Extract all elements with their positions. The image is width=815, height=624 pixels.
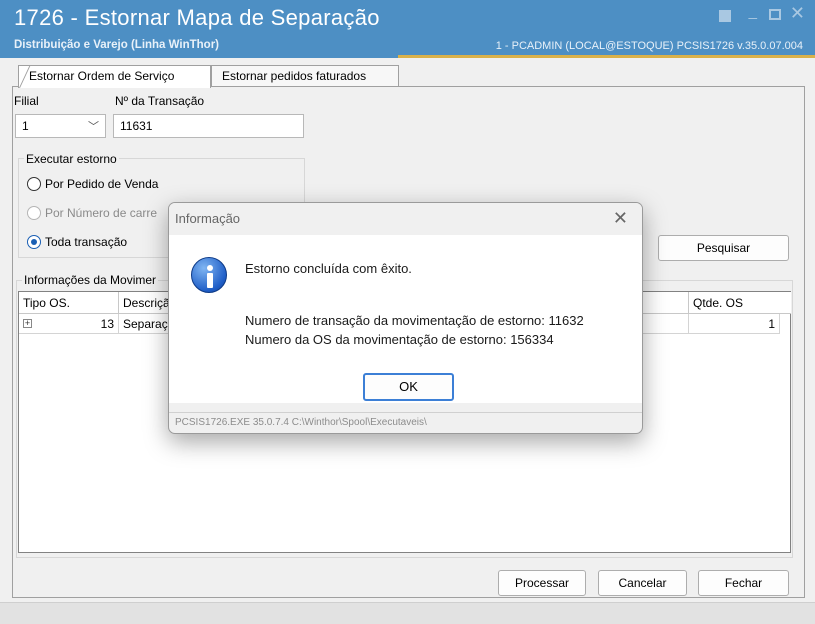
- info-icon: [191, 257, 227, 293]
- radio-toda-transacao[interactable]: [27, 235, 41, 249]
- table-row-cell-tipo[interactable]: + 13: [19, 314, 119, 334]
- expand-icon[interactable]: +: [23, 319, 32, 328]
- radio-por-numero-carregamento[interactable]: [27, 206, 41, 220]
- minimize-icon[interactable]: _: [749, 3, 757, 20]
- column-header-qtde-os[interactable]: Qtde. OS: [689, 292, 791, 314]
- cell-qtde-value: 1: [768, 317, 775, 331]
- status-strip: [0, 602, 815, 624]
- processar-button[interactable]: Processar: [498, 570, 586, 596]
- fechar-button[interactable]: Fechar: [698, 570, 789, 596]
- close-icon[interactable]: ✕: [790, 3, 805, 24]
- dialog-line-transacao: Numero de transação da movimentação de e…: [245, 313, 584, 328]
- dialog-line-os: Numero da OS da movimentação de estorno:…: [245, 332, 554, 347]
- dialog-heading: Estorno concluída com êxito.: [245, 261, 412, 276]
- ok-button[interactable]: OK: [363, 373, 454, 401]
- radio-por-pedido-label[interactable]: Por Pedido de Venda: [45, 177, 158, 191]
- window-status: 1 - PCADMIN (LOCAL@ESTOQUE) PCSIS1726 v.…: [495, 40, 803, 52]
- filial-select[interactable]: 1 ﹀: [15, 114, 106, 138]
- executar-estorno-label: Executar estorno: [24, 152, 119, 166]
- radio-por-pedido[interactable]: [27, 177, 41, 191]
- transacao-input[interactable]: 11631: [113, 114, 304, 138]
- pesquisar-button[interactable]: Pesquisar: [658, 235, 789, 261]
- dialog-titlebar: Informação ✕: [169, 203, 642, 235]
- filial-label: Filial: [14, 94, 39, 108]
- dialog-footer: PCSIS1726.EXE 35.0.7.4 C:\Winthor\Spool\…: [175, 417, 427, 428]
- window-subtitle: Distribuição e Varejo (Linha WinThor): [14, 39, 220, 51]
- cancelar-button[interactable]: Cancelar: [598, 570, 687, 596]
- close-icon[interactable]: ✕: [613, 208, 628, 229]
- information-dialog: Informação ✕ Estorno concluída com êxito…: [168, 202, 643, 434]
- radio-por-numero-label[interactable]: Por Número de carre: [45, 206, 157, 220]
- restore-icon[interactable]: [719, 10, 731, 22]
- tab-label: Estornar Ordem de Serviço: [29, 69, 175, 83]
- informacoes-label: Informações da Movimer: [22, 273, 159, 287]
- column-header-tipo-os[interactable]: Tipo OS.: [19, 292, 119, 314]
- dialog-divider: [169, 412, 642, 413]
- window-title: 1726 - Estornar Mapa de Separação: [14, 5, 380, 30]
- filial-value: 1: [22, 119, 29, 133]
- chevron-down-icon[interactable]: ﹀: [88, 118, 99, 134]
- info-icon-bar: [207, 273, 213, 288]
- window-titlebar: 1726 - Estornar Mapa de Separação Distri…: [0, 0, 815, 58]
- tab-label: Estornar pedidos faturados: [222, 69, 367, 83]
- table-row-cell-qtde[interactable]: 1: [689, 314, 780, 334]
- cell-descricao-value: Separaç: [123, 317, 168, 331]
- transacao-value: 11631: [120, 119, 153, 133]
- transacao-label: Nº da Transação: [115, 94, 205, 108]
- tab-estornar-ordem-servico[interactable]: Estornar Ordem de Serviço: [18, 65, 211, 88]
- dialog-title: Informação: [175, 211, 241, 226]
- radio-toda-transacao-label[interactable]: Toda transação: [45, 235, 127, 249]
- tab-estornar-pedidos-faturados[interactable]: Estornar pedidos faturados: [211, 65, 399, 87]
- info-icon-dot: [207, 265, 213, 271]
- cell-tipo-value: 13: [100, 317, 114, 331]
- maximize-icon[interactable]: [769, 9, 781, 20]
